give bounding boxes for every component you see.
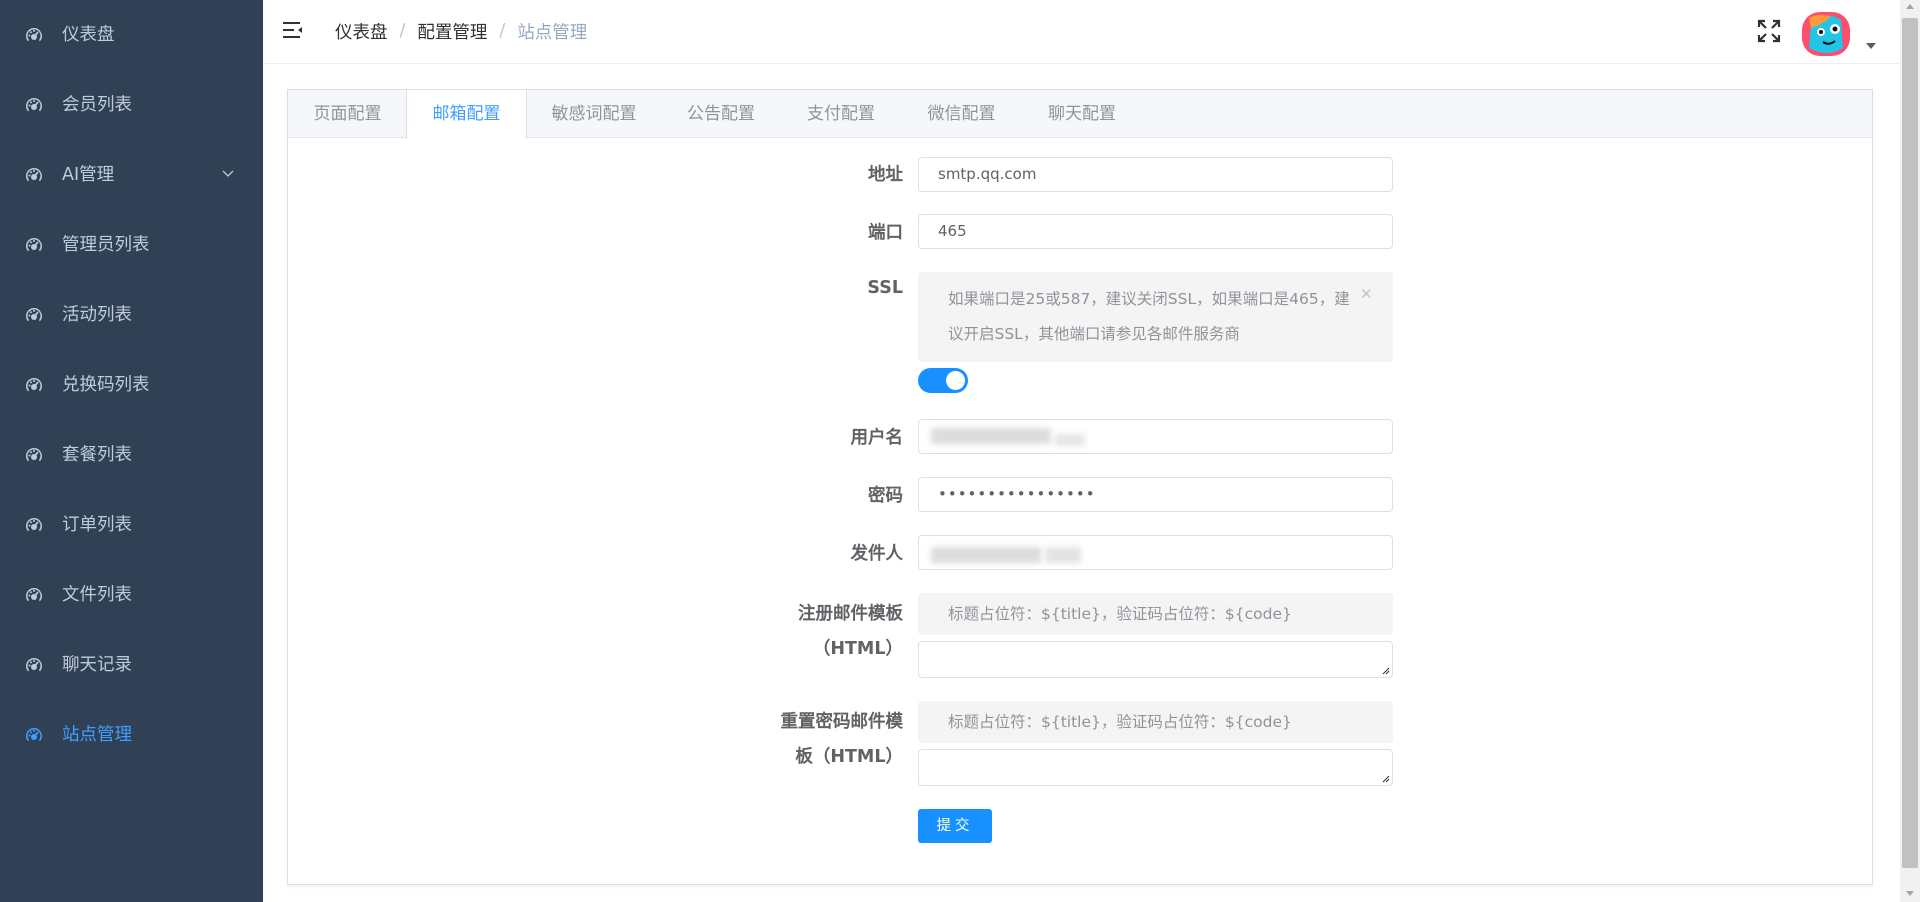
dashboard-icon <box>26 308 42 322</box>
sidebar-item-redeem-codes[interactable]: 兑换码列表 <box>0 350 263 420</box>
dashboard-icon <box>26 588 42 602</box>
port-label: 端口 <box>868 223 903 243</box>
breadcrumb-item-config[interactable]: 配置管理 <box>417 19 487 44</box>
tab-chat[interactable]: 聊天配置 <box>1022 90 1142 138</box>
sidebar-item-label: 兑换码列表 <box>62 375 150 395</box>
resize-handle-icon[interactable] <box>1382 775 1390 783</box>
sidebar-item-label: 文件列表 <box>62 585 132 605</box>
register-template-textarea[interactable] <box>918 641 1393 678</box>
sidebar-item-members[interactable]: 会员列表 <box>0 70 263 140</box>
avatar-image <box>1801 8 1851 58</box>
dashboard-icon <box>26 378 42 392</box>
avatar[interactable] <box>1801 8 1851 58</box>
breadcrumb-item-current: 站点管理 <box>517 22 588 43</box>
tab-email-config[interactable]: 邮箱配置 <box>406 90 527 139</box>
main-content: 仪表盘 / 配置管理 / 站点管理 页面配置 邮箱配置 敏感词配置 公告配置 支… <box>263 0 1900 902</box>
tab-sensitive-words[interactable]: 敏感词配置 <box>527 90 661 138</box>
reset-template-label: 重置密码邮件模 板（HTML） <box>760 705 904 775</box>
submit-button[interactable]: 提交 <box>918 809 992 843</box>
port-input[interactable]: 465 <box>918 214 1393 249</box>
sidebar-item-activities[interactable]: 活动列表 <box>0 280 263 350</box>
tabs-bar: 页面配置 邮箱配置 敏感词配置 公告配置 支付配置 微信配置 聊天配置 <box>288 90 1872 139</box>
sidebar-item-packages[interactable]: 套餐列表 <box>0 420 263 490</box>
password-input[interactable]: •••••••••••••••• <box>918 477 1393 512</box>
sidebar-item-label: 仪表盘 <box>62 25 115 45</box>
sender-label: 发件人 <box>850 544 904 564</box>
username-input[interactable] <box>918 419 1393 454</box>
address-label: 地址 <box>868 165 903 185</box>
sidebar-item-chat-records[interactable]: 聊天记录 <box>0 630 263 700</box>
close-icon[interactable]: ✕ <box>1360 285 1373 303</box>
caret-down-icon[interactable] <box>1866 43 1876 49</box>
breadcrumb: 仪表盘 / 配置管理 / 站点管理 <box>335 0 587 62</box>
reset-template-label-line-1: 重置密码邮件模 <box>780 712 904 732</box>
blurred-value <box>1045 547 1081 563</box>
sidebar-item-files[interactable]: 文件列表 <box>0 560 263 630</box>
tab-wechat[interactable]: 微信配置 <box>901 90 1022 138</box>
sidebar-item-label: 聊天记录 <box>62 655 132 675</box>
sidebar-item-ai-management[interactable]: AI管理 <box>0 140 263 210</box>
register-template-hint: 标题占位符：${title}，验证码占位符：${code} <box>918 593 1393 635</box>
tab-payment[interactable]: 支付配置 <box>781 90 901 138</box>
sidebar-item-label: AI管理 <box>62 165 115 185</box>
dashboard-icon <box>26 658 42 672</box>
sidebar-item-label: 站点管理 <box>62 725 132 745</box>
resize-handle-icon[interactable] <box>1382 667 1390 675</box>
dashboard-icon <box>26 448 42 462</box>
dashboard-icon <box>26 168 42 182</box>
register-template-label-line-2: （HTML） <box>812 639 903 659</box>
scrollbar-thumb[interactable] <box>1902 18 1918 868</box>
reset-template-textarea[interactable] <box>918 749 1393 786</box>
sender-input[interactable] <box>918 535 1393 570</box>
breadcrumb-separator: / <box>499 21 506 41</box>
sidebar-item-orders[interactable]: 订单列表 <box>0 490 263 560</box>
sidebar-item-label: 会员列表 <box>62 95 132 115</box>
dashboard-icon <box>26 518 42 532</box>
toggle-knob <box>946 371 965 390</box>
dashboard-icon <box>26 28 42 42</box>
blurred-value <box>1055 434 1085 446</box>
fullscreen-icon[interactable] <box>1757 19 1781 43</box>
reset-template-hint: 标题占位符：${title}，验证码占位符：${code} <box>918 701 1393 743</box>
tab-page-config[interactable]: 页面配置 <box>288 90 407 138</box>
sidebar-item-site-management[interactable]: 站点管理 <box>0 700 263 770</box>
register-template-label-line-1: 注册邮件模板 <box>798 604 903 624</box>
dashboard-icon <box>26 728 42 742</box>
scroll-up-arrow-icon[interactable] <box>1906 4 1914 9</box>
scroll-down-arrow-icon[interactable] <box>1906 891 1914 896</box>
chevron-down-icon <box>222 170 234 177</box>
tab-announcement[interactable]: 公告配置 <box>661 90 781 138</box>
ssl-info-alert: 如果端口是25或587，建议关闭SSL，如果端口是465，建 议开启SSL，其他… <box>918 272 1393 362</box>
dashboard-icon <box>26 98 42 112</box>
sidebar-item-dashboard[interactable]: 仪表盘 <box>0 0 263 70</box>
hamburger-icon[interactable] <box>283 21 303 39</box>
sidebar-item-label: 管理员列表 <box>62 235 150 255</box>
blurred-value <box>931 547 1041 563</box>
reset-template-label-line-2: 板（HTML） <box>795 747 903 767</box>
dashboard-icon <box>26 238 42 252</box>
ssl-toggle[interactable] <box>918 368 968 393</box>
address-input[interactable]: smtp.qq.com <box>918 157 1393 192</box>
register-template-label: 注册邮件模板 （HTML） <box>760 597 903 667</box>
ssl-alert-line-2: 议开启SSL，其他端口请参见各邮件服务商 <box>948 325 1240 343</box>
sidebar-item-label: 活动列表 <box>62 305 132 325</box>
sidebar-item-label: 套餐列表 <box>62 445 132 465</box>
top-navbar: 仪表盘 / 配置管理 / 站点管理 <box>263 0 1900 64</box>
breadcrumb-separator: / <box>399 21 406 41</box>
sidebar: 仪表盘 会员列表 AI管理 管理员列表 活动列表 兑换码列表 套餐列表 订单列表… <box>0 0 263 902</box>
sidebar-item-label: 订单列表 <box>62 515 132 535</box>
ssl-label: SSL <box>867 278 903 298</box>
breadcrumb-item-dashboard[interactable]: 仪表盘 <box>335 19 388 44</box>
blurred-value <box>931 428 1051 444</box>
password-label: 密码 <box>868 486 903 506</box>
ssl-alert-line-1: 如果端口是25或587，建议关闭SSL，如果端口是465，建 <box>948 290 1350 308</box>
username-label: 用户名 <box>850 428 904 448</box>
scrollbar[interactable] <box>1900 0 1920 902</box>
sidebar-item-admins[interactable]: 管理员列表 <box>0 210 263 280</box>
